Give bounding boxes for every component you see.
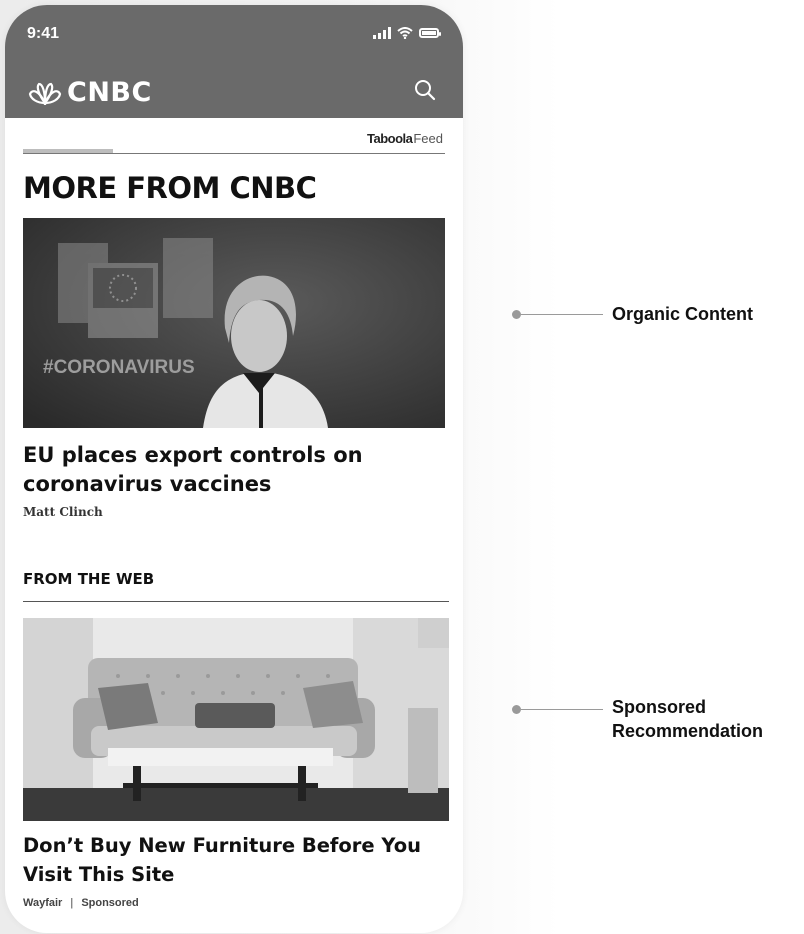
sponsored-article-title[interactable]: Don’t Buy New Furniture Before You Visit… bbox=[23, 831, 443, 889]
cnbc-peacock-icon bbox=[28, 82, 62, 105]
hero-photo: #CORONAVIRUS bbox=[23, 218, 445, 428]
callout-dot bbox=[512, 310, 521, 319]
sponsored-callout-label: Sponsored Recommendation bbox=[612, 697, 764, 741]
wifi-icon bbox=[397, 27, 413, 39]
callout-dot bbox=[512, 705, 521, 714]
cnbc-logo[interactable]: CNBC bbox=[27, 77, 152, 108]
article-author: Matt Clinch bbox=[23, 505, 103, 519]
sofa-photo bbox=[23, 618, 449, 821]
status-time: 9:41 bbox=[27, 25, 60, 42]
organic-article-image[interactable]: #CORONAVIRUS bbox=[23, 218, 445, 428]
organic-callout: Organic Content bbox=[512, 304, 753, 324]
section-title: MORE FROM CNBC bbox=[23, 171, 317, 205]
phone-frame: 9:41 CNBC TaboolaFeed MORE FROM CNBC #CO… bbox=[5, 5, 463, 933]
hero-overlay-text: #CORONAVIRUS bbox=[43, 357, 195, 378]
web-divider bbox=[23, 601, 449, 602]
taboola-feed-label: Feed bbox=[413, 131, 443, 146]
sponsored-meta: Wayfair | Sponsored bbox=[23, 897, 139, 909]
status-icons bbox=[373, 27, 441, 39]
battery-icon bbox=[419, 28, 441, 38]
app-header: 9:41 CNBC bbox=[5, 5, 463, 118]
taboola-brand: Taboola bbox=[366, 131, 413, 146]
search-icon[interactable] bbox=[413, 78, 437, 102]
sponsor-source[interactable]: Wayfair bbox=[23, 897, 62, 909]
callout-line bbox=[521, 708, 603, 711]
meta-separator: | bbox=[70, 897, 74, 909]
sponsored-callout: Sponsored Recommendation bbox=[512, 697, 763, 741]
feed-divider bbox=[23, 153, 445, 154]
taboola-feed-badge[interactable]: TaboolaFeed bbox=[367, 131, 443, 146]
sponsored-label: Sponsored bbox=[81, 897, 139, 909]
callout-line bbox=[521, 313, 603, 316]
signal-icon bbox=[373, 27, 391, 39]
brand-wordmark: CNBC bbox=[67, 77, 152, 108]
from-the-web-title: FROM THE WEB bbox=[23, 570, 155, 588]
organic-article-title[interactable]: EU places export controls on coronavirus… bbox=[23, 441, 443, 499]
organic-callout-label: Organic Content bbox=[612, 304, 754, 324]
sponsored-article-image[interactable] bbox=[23, 618, 449, 821]
